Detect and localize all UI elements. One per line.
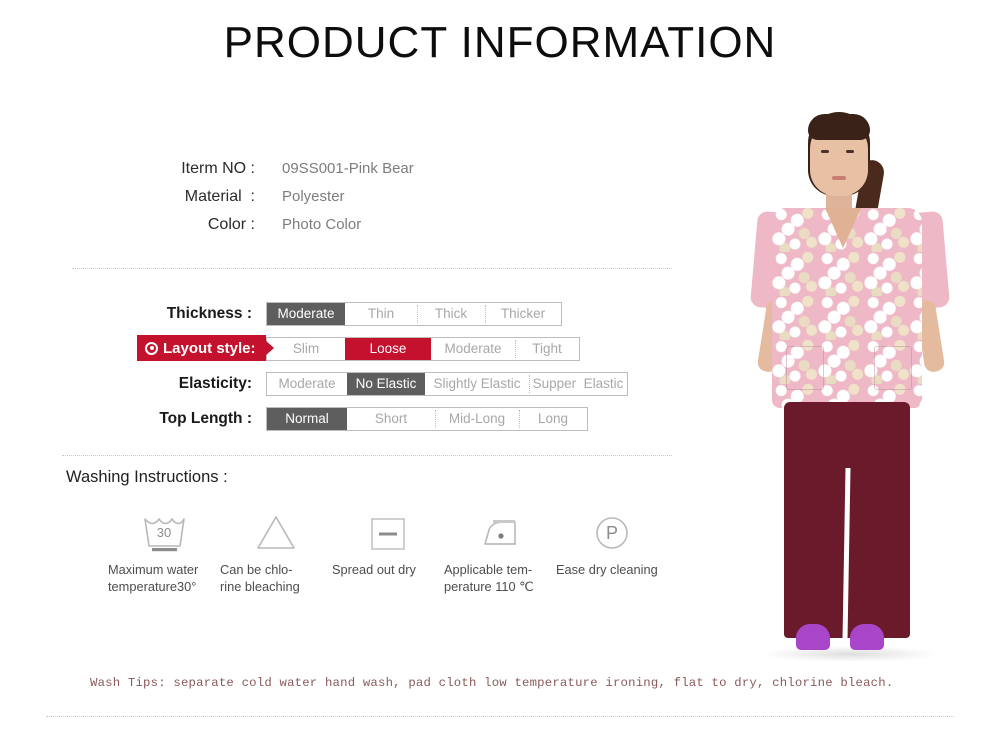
attribute-row-elasticity: Elasticity: Moderate No Elastic Slightly… [0, 366, 700, 401]
wash-item-bleaching: Can be chlo- rine bleaching [220, 508, 332, 595]
model-pocket-left [786, 346, 824, 390]
chip-top-length-mid-long[interactable]: Mid-Long [435, 407, 519, 430]
bleach-triangle-icon [249, 508, 303, 556]
spec-value-item-no: 09SS001-Pink Bear [282, 160, 414, 177]
wash-tips-text: Wash Tips: separate cold water hand wash… [90, 676, 894, 690]
model-floor-shadow [760, 646, 940, 662]
chip-elasticity-moderate[interactable]: Moderate [267, 372, 347, 395]
attribute-label-elasticity: Elasticity: [178, 374, 252, 392]
chip-thickness-moderate[interactable]: Moderate [267, 302, 345, 325]
divider-bottom [46, 716, 954, 717]
spec-row: Iterm NO : 09SS001-Pink Bear [145, 160, 565, 188]
chip-thickness-thin[interactable]: Thin [345, 302, 417, 325]
chip-group-thickness: Moderate Thin Thick Thicker [266, 301, 562, 326]
spec-row: Material : Polyester [145, 188, 565, 216]
chip-top-length-short[interactable]: Short [347, 407, 435, 430]
wash-item-flat-dry: Spread out dry [332, 508, 444, 595]
dry-clean-p-icon: P [585, 508, 639, 556]
spec-key-color: Color : [207, 216, 255, 233]
chip-elasticity-supper-elastic[interactable]: Supper Elastic [529, 372, 627, 395]
attribute-label-top-length: Top Length : [159, 409, 252, 427]
wash-label-max-temperature: Maximum water temperature30° [108, 562, 199, 594]
attribute-label-thickness: Thickness : [166, 304, 252, 322]
wash-label-bleaching: Can be chlo- rine bleaching [220, 562, 300, 594]
wash-item-max-temperature: 30 Maximum water temperature30° [108, 508, 220, 595]
product-information-page: PRODUCT INFORMATION Iterm NO : 09SS001-P… [0, 0, 1000, 734]
iron-one-dot-icon [473, 508, 527, 556]
chip-top-length-long[interactable]: Long [519, 407, 587, 430]
attribute-label-layout-style: Layout style: [137, 335, 266, 361]
chip-elasticity-no-elastic[interactable]: No Elastic [347, 372, 425, 395]
flat-dry-square-icon [361, 508, 415, 556]
chip-layout-moderate[interactable]: Moderate [431, 337, 515, 360]
page-title: PRODUCT INFORMATION [223, 18, 777, 67]
spec-key-material: Material : [184, 188, 255, 205]
divider-top [72, 268, 672, 269]
wash-item-dry-cleaning: P Ease dry cleaning [556, 508, 668, 595]
attribute-rows: Thickness : Moderate Thin Thick Thicker … [0, 296, 700, 436]
chip-group-layout-style: Slim Loose Moderate Tight [266, 336, 580, 361]
spec-value-material: Polyester [282, 188, 345, 205]
svg-text:30: 30 [157, 525, 171, 540]
attribute-row-layout-style: Layout style: Slim Loose Moderate Tight [0, 331, 700, 366]
chip-layout-loose[interactable]: Loose [345, 337, 431, 360]
chip-thickness-thicker[interactable]: Thicker [485, 302, 561, 325]
spec-list: Iterm NO : 09SS001-Pink Bear Material : … [145, 160, 565, 244]
svg-text:P: P [606, 523, 618, 543]
chip-group-elasticity: Moderate No Elastic Slightly Elastic Sup… [266, 371, 628, 396]
model-mouth [832, 176, 846, 180]
chip-layout-slim[interactable]: Slim [267, 337, 345, 360]
target-radio-icon [145, 341, 158, 355]
model-pocket-right [874, 346, 912, 390]
wash-label-dry-cleaning: Ease dry cleaning [556, 562, 658, 577]
wash-label-flat-dry: Spread out dry [332, 562, 416, 577]
layout-style-arrow-icon [265, 340, 274, 356]
washing-instructions-icons: 30 Maximum water temperature30° Can be c… [108, 508, 708, 595]
chip-group-top-length: Normal Short Mid-Long Long [266, 406, 588, 431]
model-shoe-right [850, 624, 884, 650]
spec-value-color: Photo Color [282, 216, 362, 233]
wash-label-ironing: Applicable tem- perature 110 ℃ [444, 562, 534, 594]
chip-top-length-normal[interactable]: Normal [267, 407, 347, 430]
wash-tub-30-icon: 30 [137, 508, 191, 556]
model-eye-right [846, 150, 854, 153]
chip-elasticity-slightly-elastic[interactable]: Slightly Elastic [425, 372, 529, 395]
spec-row: Color : Photo Color [145, 216, 565, 244]
model-shoe-left [796, 624, 830, 650]
attribute-row-top-length: Top Length : Normal Short Mid-Long Long [0, 401, 700, 436]
attribute-label-layout-style-text: Layout style: [163, 339, 256, 357]
wash-item-ironing: Applicable tem- perature 110 ℃ [444, 508, 556, 595]
divider-middle [62, 455, 672, 456]
model-eye-left [821, 150, 829, 153]
model-v-neckline [825, 208, 861, 248]
chip-thickness-thick[interactable]: Thick [417, 302, 485, 325]
model-photo [700, 108, 1000, 678]
attribute-row-thickness: Thickness : Moderate Thin Thick Thicker [0, 296, 700, 331]
washing-instructions-heading: Washing Instructions : [66, 468, 228, 486]
chip-layout-tight[interactable]: Tight [515, 337, 579, 360]
spec-key-item-no: Iterm NO : [181, 160, 255, 177]
model-fringe [808, 114, 870, 140]
